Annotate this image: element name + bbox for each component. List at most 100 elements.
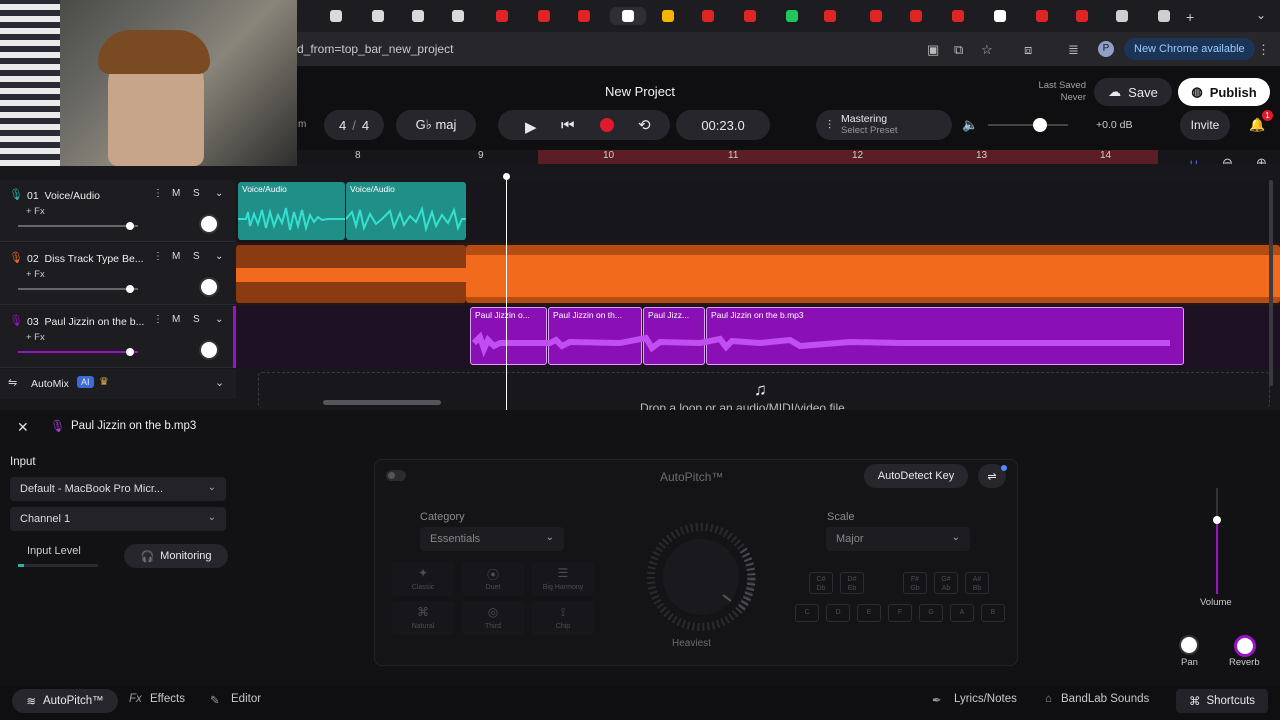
loop-region[interactable] [538, 150, 1158, 164]
playhead[interactable] [506, 175, 507, 410]
input-device-select[interactable]: Default - MacBook Pro Micr... ⌄ [10, 477, 226, 501]
add-fx-button[interactable]: + Fx [26, 206, 45, 217]
master-volume-slider[interactable] [988, 118, 1068, 132]
key-natural-button[interactable]: G [919, 604, 943, 622]
solo-button[interactable]: S [193, 314, 200, 325]
invite-button[interactable]: Invite [1180, 110, 1230, 140]
browser-tab[interactable] [940, 7, 976, 25]
track-volume-slider[interactable] [18, 285, 138, 293]
time-signature-button[interactable]: 4 / 4 [324, 110, 384, 140]
browser-tab[interactable] [1064, 7, 1100, 25]
browser-tab[interactable] [1104, 7, 1140, 25]
bookmark-star-icon[interactable]: ☆ [981, 42, 993, 58]
solo-button[interactable]: S [193, 188, 200, 199]
chevron-down-icon[interactable]: ⌄ [215, 251, 223, 262]
browser-tab[interactable] [360, 7, 396, 25]
new-tab-icon[interactable]: + [1186, 9, 1194, 25]
clip-voice-1[interactable]: Voice/Audio [238, 182, 345, 240]
browser-tab[interactable] [318, 7, 354, 25]
monitoring-button[interactable]: 🎧 Monitoring [124, 544, 228, 568]
track-name[interactable]: 01 Voice/Audio [27, 190, 147, 202]
volume-fader-track[interactable] [1213, 488, 1221, 594]
shortcuts-button[interactable]: ⌘ Shortcuts [1176, 689, 1268, 713]
cast-icon[interactable]: ▣ [927, 42, 939, 58]
new-chrome-available-button[interactable]: New Chrome available [1124, 38, 1255, 60]
browser-tab[interactable] [774, 7, 810, 25]
close-editor-icon[interactable]: ✕ [17, 419, 29, 436]
track-header[interactable]: 🎙 02 Diss Track Type Be... ⋮ M S ⌄ + Fx [0, 243, 236, 305]
track-name[interactable]: 02 Diss Track Type Be... [27, 253, 147, 265]
track-lane-diss[interactable] [236, 243, 1280, 305]
reverb-knob[interactable] [1234, 635, 1256, 657]
skip-to-start-icon[interactable]: ⏮ [561, 117, 575, 134]
key-button[interactable]: G♭ maj [396, 110, 476, 140]
track-pan-knob[interactable] [199, 277, 219, 297]
horizontal-scrollbar[interactable] [323, 400, 441, 405]
browser-tab[interactable] [1024, 7, 1060, 25]
extensions-icon[interactable]: ⧈ [1024, 42, 1032, 58]
key-sharp-button[interactable]: F# Gb [903, 572, 927, 594]
browser-tab[interactable] [858, 7, 894, 25]
browser-tab[interactable] [526, 7, 562, 25]
speaker-icon[interactable]: 🔈 [962, 117, 978, 133]
browser-tab[interactable] [650, 7, 686, 25]
preset-natural[interactable]: ⌘ Natural [392, 601, 454, 635]
track-pan-knob[interactable] [199, 340, 219, 360]
clip-voice-2[interactable]: Voice/Audio [346, 182, 466, 240]
browser-tab[interactable] [812, 7, 848, 25]
track-volume-slider[interactable] [18, 348, 138, 356]
publish-button[interactable]: ◍ Publish [1178, 78, 1270, 106]
project-title[interactable]: New Project [560, 84, 720, 99]
key-natural-button[interactable]: D [826, 604, 850, 622]
preset-chip[interactable]: ⟟ Chip [532, 601, 594, 635]
browser-tab[interactable] [400, 7, 436, 25]
profile-avatar[interactable]: P [1098, 41, 1114, 57]
chrome-menu-icon[interactable]: ⋮ [1257, 42, 1270, 58]
preset-classic[interactable]: ✦ Classic [392, 562, 454, 596]
key-natural-button[interactable]: C [795, 604, 819, 622]
track-menu-icon[interactable]: ⋮ [153, 188, 163, 199]
clip-diss-intro[interactable] [236, 245, 466, 303]
browser-tab[interactable] [1146, 7, 1182, 25]
track-volume-thumb[interactable] [126, 348, 134, 356]
scale-select[interactable]: Major ⌄ [826, 527, 970, 551]
autopitch-toggle[interactable] [386, 470, 406, 481]
tab-autopitch[interactable]: ≋ AutoPitch™ [12, 689, 118, 713]
browser-tab[interactable] [610, 7, 646, 25]
key-natural-button[interactable]: F [888, 604, 912, 622]
browser-tab[interactable] [440, 7, 476, 25]
mute-button[interactable]: M [172, 188, 180, 199]
install-icon[interactable]: ⧉ [954, 42, 963, 58]
preset-duet[interactable]: ⦿ Duet [462, 562, 524, 596]
browser-tab[interactable] [732, 7, 768, 25]
master-volume-thumb[interactable] [1033, 118, 1047, 132]
browser-tab[interactable] [566, 7, 602, 25]
play-icon[interactable]: ▶ [525, 118, 537, 136]
url-text[interactable]: d_from=top_bar_new_project [297, 42, 453, 56]
browser-tab[interactable] [690, 7, 726, 25]
mute-button[interactable]: M [172, 251, 180, 262]
preset-third[interactable]: ◎ Third [462, 601, 524, 635]
track-lane-voice[interactable]: Voice/Audio Voice/Audio [236, 180, 1280, 242]
track-lane-paul[interactable]: Paul Jizzin o... Paul Jizzin on th... Pa… [236, 306, 1280, 368]
add-fx-button[interactable]: + Fx [26, 269, 45, 280]
channel-select[interactable]: Channel 1 ⌄ [10, 507, 226, 531]
track-volume-thumb[interactable] [126, 285, 134, 293]
mute-button[interactable]: M [172, 314, 180, 325]
chevron-down-icon[interactable]: ⌄ [215, 314, 223, 325]
volume-fader-thumb[interactable] [1213, 516, 1221, 524]
time-display[interactable]: 00:23.0 [676, 110, 770, 140]
key-natural-button[interactable]: B [981, 604, 1005, 622]
key-sharp-button[interactable]: D# Eb [840, 572, 864, 594]
automix-row[interactable]: ⇋ AutoMix AI ♛ ⌄ [0, 369, 236, 399]
media-control-icon[interactable]: ≣ [1068, 42, 1079, 58]
key-sharp-button[interactable]: G# Ab [934, 572, 958, 594]
track-pan-knob[interactable] [199, 214, 219, 234]
browser-tab[interactable] [484, 7, 520, 25]
loop-icon[interactable]: ⟲ [638, 116, 651, 134]
autopitch-knob[interactable] [631, 517, 771, 637]
tab-lyrics-notes[interactable]: Lyrics/Notes [954, 693, 1017, 705]
add-fx-button[interactable]: + Fx [26, 332, 45, 343]
record-icon[interactable] [600, 118, 614, 132]
tab-search-icon[interactable]: ⌄ [1256, 8, 1266, 22]
